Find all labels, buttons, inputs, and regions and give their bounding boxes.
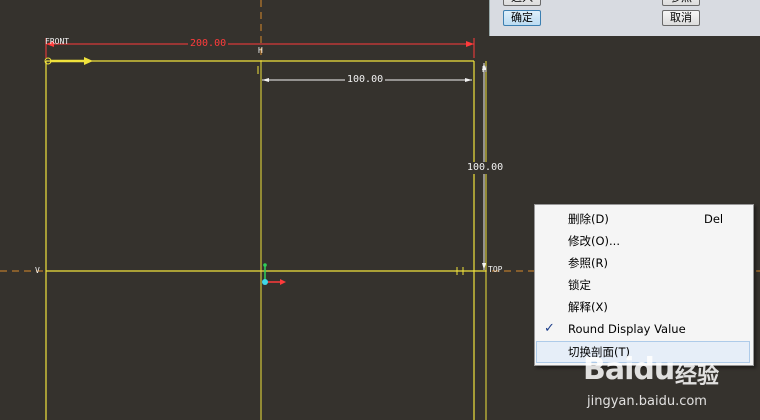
menu-item-round-display-value[interactable]: ✓ Round Display Value [536,318,750,340]
direction-arrow-head [84,57,93,65]
top-label: TOP [488,265,503,274]
menu-item-label: 锁定 [568,278,591,292]
dim-100-v-arrow-bottom [482,263,486,270]
menu-item-label: 删除(D) [568,212,609,226]
dim-200-value[interactable]: 200.00 [188,38,229,50]
dim-100-horizontal-value[interactable]: 100.00 [345,74,386,86]
menu-item-modify[interactable]: 修改(O)... [536,230,750,252]
menu-item-explain[interactable]: 解释(X) [536,296,750,318]
dim-200-arrow-right [466,41,474,47]
dim-100-vertical-value[interactable]: 100.00 [465,162,506,174]
select-button[interactable]: 选入 [503,0,541,6]
menu-item-label: 修改(O)... [568,234,620,248]
origin-axis-x-arrow [280,279,286,285]
references-dialog: 选入 参照 确定 取消 [489,0,760,36]
menu-item-label: 解释(X) [568,300,608,314]
h-label-top: H [258,46,263,55]
menu-item-label: 参照(R) [568,256,608,270]
context-menu: 删除(D) Del 修改(O)... 参照(R) 锁定 解释(X) ✓ Roun… [534,204,754,366]
baidu-logo: Baidu [583,352,675,387]
menu-item-lock[interactable]: 锁定 [536,274,750,296]
menu-item-reference[interactable]: 参照(R) [536,252,750,274]
dim-100-h-arrow-right [465,78,472,82]
origin-point[interactable] [262,279,268,285]
menu-item-shortcut: Del [704,212,724,226]
watermark-url: jingyan.baidu.com [587,394,707,409]
cancel-button[interactable]: 取消 [662,10,700,26]
v-label-left: V [35,266,40,275]
h-label-mid: H [482,65,487,74]
reference-button[interactable]: 参照 [662,0,700,6]
ok-button[interactable]: 确定 [503,10,541,26]
menu-item-delete[interactable]: 删除(D) Del [536,208,750,230]
origin-axis-y-dot [263,263,267,267]
baidu-jingyan-watermark: Baidu 经验 jingyan.baidu.com [583,352,758,418]
jingyan-logo-text: 经验 [675,364,720,389]
menu-item-label: Round Display Value [568,322,686,336]
front-label: FRONT [45,37,70,46]
check-icon: ✓ [544,321,555,336]
dim-100-h-arrow-left [262,78,269,82]
